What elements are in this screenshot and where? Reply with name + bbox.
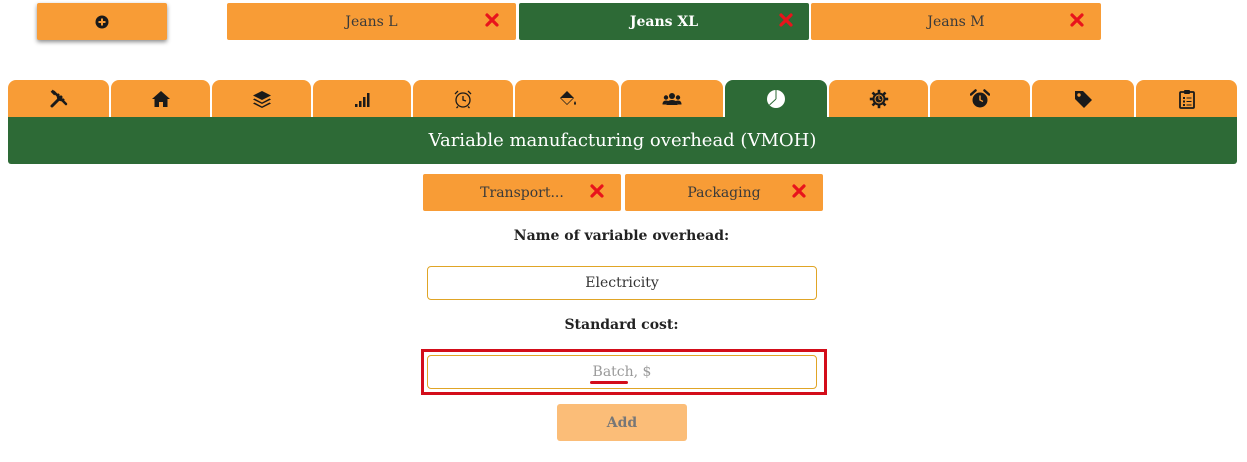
add-button[interactable]: Add (557, 404, 687, 441)
paint-bucket-icon (560, 91, 576, 105)
overhead-name-value: Electricity (585, 275, 659, 291)
plus-circle-icon (95, 15, 109, 28)
overhead-tab-label: Transport... (480, 184, 564, 201)
close-icon[interactable] (778, 12, 794, 28)
product-tab-jeans-m[interactable]: Jeans M (811, 3, 1101, 40)
close-icon[interactable] (589, 183, 605, 199)
gear-icon (869, 89, 888, 109)
tab-pie-chart[interactable] (725, 80, 827, 118)
tools-icon (50, 89, 67, 108)
tab-gear[interactable] (829, 80, 928, 118)
standard-cost-placeholder: Batch, $ (592, 364, 652, 380)
tab-clipboard[interactable] (1136, 80, 1237, 118)
price-tag-icon (1075, 91, 1092, 108)
tab-home[interactable] (111, 80, 210, 118)
tab-tools[interactable] (8, 80, 109, 118)
overhead-tab-packaging[interactable]: Packaging (625, 174, 823, 211)
product-tab-jeans-l[interactable]: Jeans L (227, 3, 516, 40)
close-icon[interactable] (484, 12, 500, 28)
tab-signal[interactable] (313, 80, 411, 118)
tab-price-tag[interactable] (1032, 80, 1134, 118)
signal-bars-icon (355, 93, 370, 107)
tab-users[interactable] (621, 80, 723, 118)
overhead-tab-label: Packaging (687, 184, 761, 201)
product-tab-label: Jeans M (927, 13, 985, 30)
alarm-clock-icon (970, 89, 990, 108)
alarm-clock-outline-icon (454, 90, 472, 109)
product-tab-label: Jeans L (345, 13, 398, 30)
users-icon (662, 93, 682, 105)
tab-alarm[interactable] (930, 80, 1030, 118)
product-tab-jeans-xl[interactable]: Jeans XL (519, 3, 809, 40)
close-icon[interactable] (1069, 12, 1085, 28)
layers-icon (252, 91, 271, 108)
spellcheck-underline (590, 381, 628, 384)
page-title: Variable manufacturing overhead (VMOH) (428, 130, 817, 151)
add-product-button[interactable] (37, 3, 167, 40)
clipboard-list-icon (1178, 90, 1195, 109)
tab-alarm-outline[interactable] (413, 80, 513, 118)
add-button-label: Add (606, 414, 638, 431)
overhead-tab-transport[interactable]: Transport... (423, 174, 621, 211)
section-title-banner: Variable manufacturing overhead (VMOH) (8, 117, 1237, 164)
tab-paint[interactable] (515, 80, 619, 118)
pie-chart-icon (767, 90, 785, 108)
overhead-name-label: Name of variable overhead: (513, 228, 730, 244)
product-tab-label: Jeans XL (629, 13, 699, 30)
home-icon (151, 91, 170, 107)
standard-cost-label: Standard cost: (564, 317, 679, 333)
overhead-name-input[interactable]: Electricity (427, 266, 817, 300)
close-icon[interactable] (791, 183, 807, 199)
tab-layers[interactable] (212, 80, 311, 118)
